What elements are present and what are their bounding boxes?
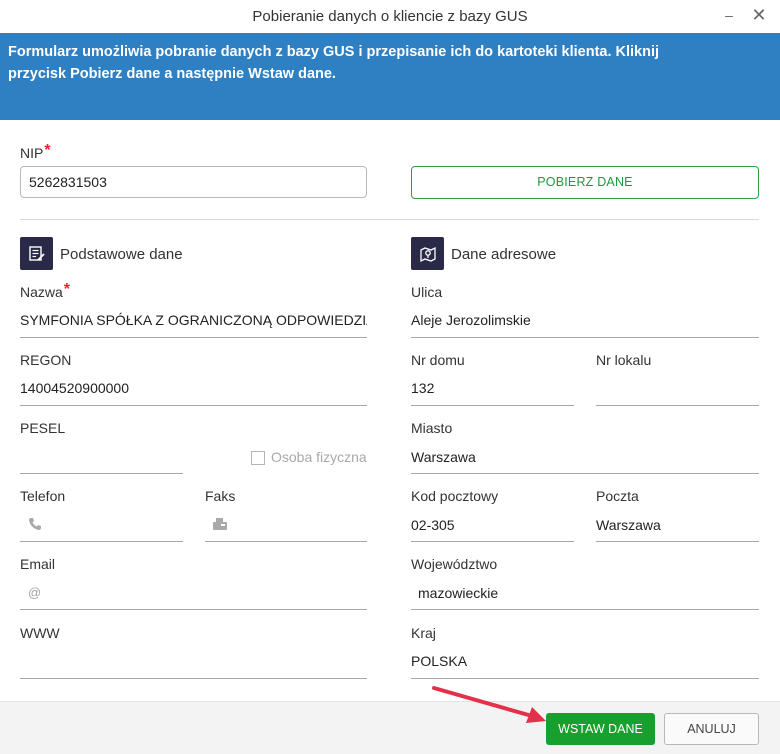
nip-label: NIP* xyxy=(20,142,51,163)
nr-domu-field[interactable]: 132 xyxy=(411,380,574,396)
natural-person-checkbox[interactable] xyxy=(251,451,265,465)
nr-domu-underline xyxy=(411,405,574,406)
faks-underline xyxy=(205,541,367,542)
annotation-arrow-icon xyxy=(432,686,546,723)
regon-underline xyxy=(20,405,367,406)
nazwa-label: Nazwa* xyxy=(20,281,71,302)
email-field[interactable] xyxy=(44,584,367,604)
fax-icon xyxy=(212,517,228,536)
nazwa-label-text: Nazwa xyxy=(20,284,63,300)
address-data-title: Dane adresowe xyxy=(451,246,557,263)
telefon-underline xyxy=(20,541,183,542)
poczta-label: Poczta xyxy=(596,488,639,504)
cancel-button[interactable]: ANULUJ xyxy=(664,713,759,745)
natural-person-label: Osoba fizyczna xyxy=(271,449,367,465)
pesel-field[interactable] xyxy=(20,448,183,468)
basic-data-title: Podstawowe dane xyxy=(60,246,183,263)
dialog-footer xyxy=(0,701,780,754)
ulica-field[interactable]: Aleje Jerozolimskie xyxy=(411,312,759,328)
www-field[interactable] xyxy=(20,653,367,673)
regon-label: REGON xyxy=(20,352,72,368)
nazwa-underline xyxy=(20,337,367,338)
wojewodztwo-underline xyxy=(411,609,759,610)
poczta-field[interactable]: Warszawa xyxy=(596,517,759,533)
pesel-underline xyxy=(20,473,183,474)
nr-domu-label: Nr domu xyxy=(411,352,465,368)
miasto-underline xyxy=(411,473,759,474)
telefon-field[interactable] xyxy=(44,516,183,536)
miasto-label: Miasto xyxy=(411,420,453,436)
map-pin-icon xyxy=(411,237,444,270)
kod-pocztowy-underline xyxy=(411,541,574,542)
email-label: Email xyxy=(20,556,56,572)
fetch-data-button[interactable]: POBIERZ DANE xyxy=(411,166,759,199)
at-icon: @ xyxy=(28,585,42,600)
wojewodztwo-select[interactable]: mazowieckie xyxy=(418,585,759,601)
banner-text-line1: Formularz umożliwia pobranie danych z ba… xyxy=(8,44,660,60)
info-banner: Formularz umożliwia pobranie danych z ba… xyxy=(0,33,780,120)
miasto-field[interactable]: Warszawa xyxy=(411,449,759,465)
required-mark: * xyxy=(44,142,51,159)
banner-text-line2: przycisk Pobierz dane a następnie Wstaw … xyxy=(8,66,336,82)
nazwa-field[interactable]: SYMFONIA SPÓŁKA Z OGRANICZONĄ ODPOWIEDZI… xyxy=(20,312,367,328)
nip-label-text: NIP xyxy=(20,145,44,161)
www-underline xyxy=(20,678,367,679)
kod-pocztowy-field[interactable]: 02-305 xyxy=(411,517,574,533)
kod-pocztowy-label: Kod pocztowy xyxy=(411,488,499,504)
wojewodztwo-label: Województwo xyxy=(411,556,498,572)
insert-data-button[interactable]: WSTAW DANE xyxy=(546,713,655,745)
email-underline xyxy=(20,609,367,610)
ulica-underline xyxy=(411,337,759,338)
faks-label: Faks xyxy=(205,488,236,504)
divider xyxy=(20,219,759,220)
nr-lokalu-underline xyxy=(596,405,759,406)
title-bar: Pobieranie danych o kliencie z bazy GUS … xyxy=(0,0,780,33)
kraj-label: Kraj xyxy=(411,625,436,641)
nip-input[interactable]: 5262831503 xyxy=(20,166,367,198)
ulica-label: Ulica xyxy=(411,284,443,300)
phone-icon xyxy=(28,517,42,536)
kraj-underline xyxy=(411,678,759,679)
poczta-underline xyxy=(596,541,759,542)
www-label: WWW xyxy=(20,625,60,641)
nr-lokalu-field[interactable] xyxy=(596,380,759,400)
minimize-icon[interactable]: – xyxy=(718,4,740,26)
window-title: Pobieranie danych o kliencie z bazy GUS xyxy=(252,8,528,25)
faks-field[interactable] xyxy=(232,516,367,536)
kraj-field[interactable]: POLSKA xyxy=(411,653,759,669)
telefon-label: Telefon xyxy=(20,488,66,504)
nr-lokalu-label: Nr lokalu xyxy=(596,352,652,368)
regon-field[interactable]: 14004520900000 xyxy=(20,380,367,396)
required-mark: * xyxy=(63,281,71,298)
close-icon[interactable]: ✕ xyxy=(748,4,770,26)
document-edit-icon xyxy=(20,237,53,270)
pesel-label: PESEL xyxy=(20,420,66,436)
